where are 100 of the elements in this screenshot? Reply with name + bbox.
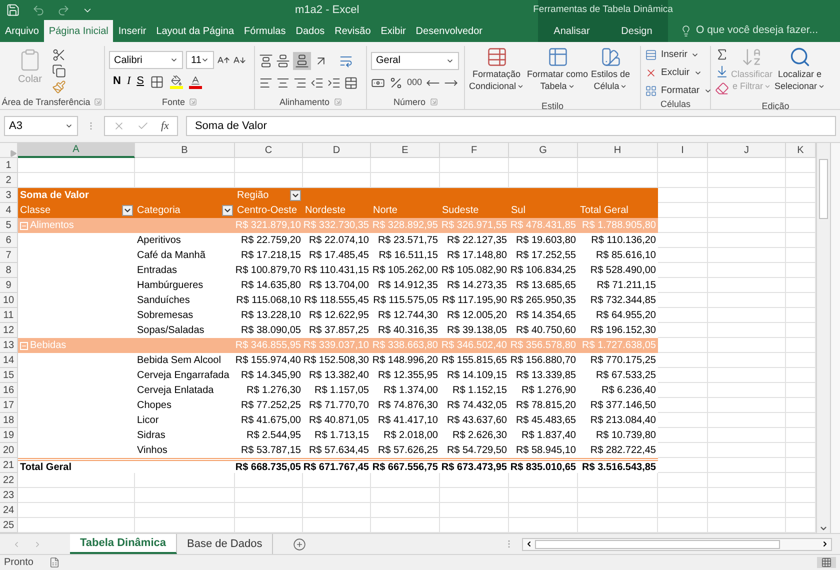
insert-function-button[interactable]: fx <box>161 118 169 134</box>
tell-me-field[interactable]: O que você deseja fazer... <box>696 23 840 39</box>
align-left-icon[interactable] <box>259 76 273 90</box>
wrap-text-icon[interactable] <box>339 54 353 68</box>
ribbon-tab[interactable]: Dados <box>290 20 330 42</box>
ribbon-tab[interactable]: Design <box>616 20 658 42</box>
ribbon-tab[interactable]: Inserir <box>113 20 152 42</box>
row-header[interactable]: 25 <box>0 518 18 534</box>
thousands-button[interactable]: 000 <box>407 76 422 90</box>
collapse-toggle[interactable] <box>20 222 28 230</box>
find-select-button[interactable]: Localizar e Selecionar <box>774 46 826 102</box>
bottom-align-button[interactable] <box>293 52 311 70</box>
row-header[interactable]: 20 <box>0 443 18 458</box>
column-header[interactable]: J <box>708 143 786 158</box>
row-header[interactable]: 17 <box>0 398 18 414</box>
ribbon-tab[interactable]: Arquivo <box>0 20 44 42</box>
row-header[interactable]: 2 <box>0 173 18 188</box>
top-align-icon[interactable] <box>259 54 273 68</box>
column-header[interactable]: K <box>786 143 816 158</box>
row-header[interactable]: 4 <box>0 203 18 218</box>
column-header[interactable]: A <box>18 143 135 158</box>
percent-icon[interactable] <box>389 76 403 90</box>
row-header[interactable]: 6 <box>0 233 18 248</box>
column-header[interactable]: G <box>509 143 578 158</box>
cell-styles-button[interactable]: Estilos de Célula <box>591 46 630 102</box>
row-header[interactable]: 3 <box>0 188 18 204</box>
column-header[interactable]: C <box>235 143 303 158</box>
row-header[interactable]: 22 <box>0 473 18 488</box>
collapse-toggle[interactable] <box>20 342 28 350</box>
dialog-launcher-icon[interactable] <box>430 98 438 106</box>
conditional-format-button[interactable]: Formatação Condicional <box>469 46 524 102</box>
row-header[interactable]: 12 <box>0 323 18 338</box>
font-size-field[interactable]: 11 <box>186 51 214 70</box>
ribbon-tab[interactable]: Fórmulas <box>239 20 291 42</box>
row-header[interactable]: 15 <box>0 368 18 384</box>
cells-button[interactable]: Formatar <box>645 82 712 100</box>
row-header[interactable]: 8 <box>0 263 18 278</box>
row-header[interactable]: 10 <box>0 293 18 308</box>
underline-button[interactable]: S <box>136 73 144 90</box>
dialog-launcher-icon[interactable] <box>334 98 342 106</box>
row-header[interactable]: 13 <box>0 338 18 354</box>
filter-dropdown-button[interactable] <box>222 205 233 216</box>
font-color-button[interactable] <box>188 74 202 88</box>
filter-dropdown-button[interactable] <box>290 190 301 202</box>
font-name-field[interactable]: Calibri <box>109 51 183 70</box>
column-header[interactable]: D <box>303 143 371 158</box>
filter-dropdown-button[interactable] <box>122 205 133 216</box>
merge-icon[interactable] <box>344 76 358 90</box>
format-table-button[interactable]: Formatar como Tabela <box>527 46 588 102</box>
row-header[interactable]: 18 <box>0 413 18 428</box>
ribbon-tab[interactable]: Analisar <box>548 20 595 42</box>
redo-icon[interactable] <box>57 4 70 16</box>
row-header[interactable]: 23 <box>0 488 18 504</box>
ribbon-tab[interactable]: Layout da Página <box>151 20 240 42</box>
ribbon-tab[interactable]: Exibir <box>376 20 411 42</box>
row-header[interactable]: 5 <box>0 218 18 234</box>
ribbon-tab[interactable]: Desenvolvedor <box>410 20 488 42</box>
name-box[interactable]: A3 <box>4 116 78 136</box>
align-center-icon[interactable] <box>276 76 290 90</box>
middle-align-icon[interactable] <box>276 54 290 68</box>
borders-icon[interactable] <box>150 74 164 88</box>
dialog-launcher-icon[interactable] <box>189 98 197 106</box>
fill-icon[interactable] <box>715 63 729 80</box>
cells-button[interactable]: Excluir <box>645 64 712 82</box>
row-header[interactable]: 1 <box>0 158 18 174</box>
align-right-icon[interactable] <box>293 76 307 90</box>
eraser-icon[interactable] <box>715 80 729 97</box>
row-header[interactable]: 11 <box>0 308 18 324</box>
row-header[interactable]: 24 <box>0 503 18 518</box>
indent-decrease-icon[interactable] <box>310 76 324 90</box>
row-header[interactable]: 7 <box>0 248 18 264</box>
row-header[interactable]: 19 <box>0 428 18 444</box>
dialog-launcher-icon[interactable] <box>94 98 102 106</box>
sheet-tab[interactable]: Tabela Dinâmica <box>70 534 177 554</box>
horizontal-scrollbar[interactable] <box>522 538 832 551</box>
normal-view-button[interactable] <box>817 557 836 568</box>
column-header[interactable]: E <box>371 143 440 158</box>
ribbon-tab[interactable]: Revisão <box>330 20 376 42</box>
vertical-scrollbar[interactable] <box>816 143 830 534</box>
number-format-field[interactable]: Geral <box>371 52 459 70</box>
scrollbar-thumb[interactable] <box>819 159 828 220</box>
lightbulb-icon[interactable] <box>680 25 692 37</box>
column-header[interactable]: B <box>135 143 235 158</box>
copy-icon[interactable] <box>52 64 66 78</box>
undo-icon[interactable] <box>32 4 45 16</box>
ribbon-tab[interactable]: Página Inicial <box>44 20 114 42</box>
save-icon[interactable] <box>6 3 20 17</box>
italic-button[interactable]: I <box>126 73 131 90</box>
cells-button[interactable]: Inserir <box>645 46 712 64</box>
column-header[interactable]: I <box>658 143 708 158</box>
row-header[interactable]: 14 <box>0 353 18 368</box>
indent-increase-icon[interactable] <box>327 76 341 90</box>
macro-record-icon[interactable] <box>49 557 60 568</box>
column-header[interactable]: H <box>578 143 658 158</box>
fill-color-button[interactable] <box>170 74 183 88</box>
column-header[interactable]: F <box>440 143 509 158</box>
bold-button[interactable]: N <box>113 73 121 90</box>
formula-field[interactable]: Soma de Valor <box>186 116 836 136</box>
cut-icon[interactable] <box>52 48 66 62</box>
row-header[interactable]: 16 <box>0 383 18 398</box>
